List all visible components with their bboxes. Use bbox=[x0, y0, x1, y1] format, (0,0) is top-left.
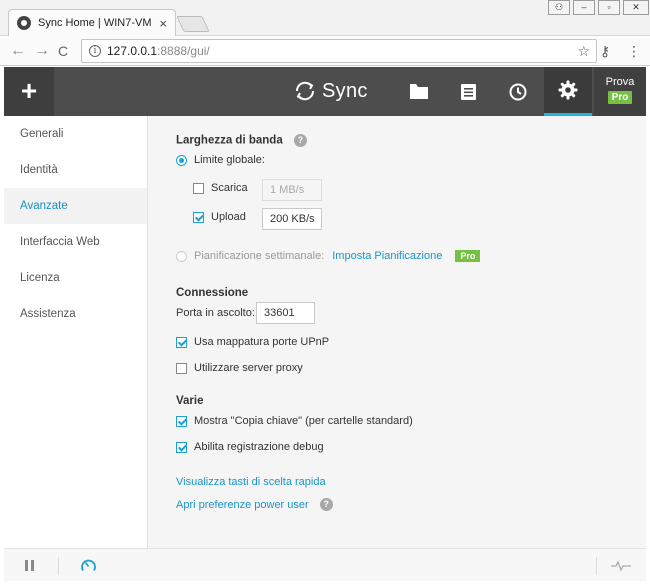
sync-favicon-icon bbox=[17, 16, 31, 30]
window-controls: ⚇ – ▫ ✕ bbox=[545, 0, 649, 15]
add-folder-button[interactable]: + bbox=[4, 67, 54, 116]
pause-icon[interactable] bbox=[25, 560, 37, 571]
folder-icon bbox=[410, 84, 428, 99]
listening-port-input[interactable]: 33601 bbox=[256, 302, 315, 324]
key-extension-icon[interactable]: ⚷ bbox=[600, 43, 610, 59]
upnp-checkbox[interactable] bbox=[176, 336, 187, 348]
restore-button[interactable]: ▫ bbox=[598, 0, 620, 15]
advanced-settings-panel: Larghezza di banda ? Limite globale: Sca… bbox=[148, 116, 646, 548]
bookmark-star-icon[interactable]: ☆ bbox=[577, 43, 590, 60]
pro-badge[interactable]: Pro bbox=[607, 91, 633, 104]
settings-sidebar: Generali Identità Avanzate Interfaccia W… bbox=[4, 116, 148, 548]
plan-indicator[interactable]: Prova Pro bbox=[594, 67, 646, 116]
debug-logging-option[interactable]: Abilita registrazione debug bbox=[176, 441, 324, 453]
download-limit-option[interactable]: Scarica bbox=[193, 182, 248, 194]
history-nav-button[interactable] bbox=[494, 67, 542, 116]
clock-icon bbox=[509, 83, 527, 100]
url-host: 127.0.0.1 bbox=[107, 44, 158, 58]
sidebar-item-interfaccia-web[interactable]: Interfaccia Web bbox=[4, 224, 147, 260]
download-limit-checkbox[interactable] bbox=[193, 182, 204, 194]
schedule-pro-badge: Pro bbox=[455, 250, 481, 262]
download-limit-label: Scarica bbox=[211, 182, 248, 194]
copy-key-option[interactable]: Mostra "Copia chiave" (per cartelle stan… bbox=[176, 415, 413, 427]
proxy-checkbox[interactable] bbox=[176, 362, 187, 374]
weekly-schedule-label: Pianificazione settimanale: bbox=[194, 250, 325, 262]
sidebar-item-avanzate[interactable]: Avanzate bbox=[4, 188, 147, 224]
sidebar-item-generali[interactable]: Generali bbox=[4, 116, 147, 152]
upload-limit-input[interactable]: 200 KB/s bbox=[262, 208, 322, 230]
browser-menu-icon[interactable]: ⋮ bbox=[627, 43, 641, 59]
listening-port-label: Porta in ascolto: bbox=[176, 307, 255, 319]
power-user-row: Apri preferenze power user ? bbox=[176, 498, 333, 511]
address-bar[interactable]: i 127.0.0.1:8888/gui/ ☆ bbox=[81, 39, 597, 63]
browser-titlebar: Sync Home | WIN7-VM × ⚇ – ▫ ✕ bbox=[0, 0, 650, 36]
close-window-button[interactable]: ✕ bbox=[623, 0, 649, 15]
download-limit-input[interactable]: 1 MB/s bbox=[262, 179, 322, 201]
proxy-option[interactable]: Utilizzare server proxy bbox=[176, 362, 303, 374]
reload-icon[interactable]: C bbox=[58, 43, 68, 59]
new-tab-button[interactable] bbox=[176, 16, 210, 32]
weekly-schedule-radio[interactable] bbox=[176, 250, 187, 262]
url-path: :8888/gui/ bbox=[157, 44, 210, 58]
browser-toolbar: ← → C i 127.0.0.1:8888/gui/ ☆ ⚷ ⋮ bbox=[0, 36, 650, 66]
bandwidth-title: Larghezza di banda bbox=[176, 134, 283, 147]
speed-gauge-icon[interactable] bbox=[80, 557, 97, 574]
set-schedule-link[interactable]: Imposta Pianificazione bbox=[332, 250, 442, 262]
forward-arrow-icon[interactable]: → bbox=[34, 43, 50, 59]
connection-title: Connessione bbox=[176, 287, 249, 299]
sync-logo: Sync bbox=[293, 79, 368, 103]
weekly-schedule-option: Pianificazione settimanale: Imposta Pian… bbox=[176, 250, 481, 262]
document-list-icon bbox=[460, 83, 476, 100]
copy-key-label: Mostra "Copia chiave" (per cartelle stan… bbox=[194, 415, 413, 427]
site-info-icon[interactable]: i bbox=[89, 45, 101, 57]
sidebar-item-licenza[interactable]: Licenza bbox=[4, 260, 147, 296]
upnp-option[interactable]: Usa mappatura porte UPnP bbox=[176, 336, 329, 348]
folders-nav-button[interactable] bbox=[395, 67, 443, 116]
plan-label: Prova bbox=[605, 76, 635, 88]
proxy-label: Utilizzare server proxy bbox=[194, 362, 303, 374]
debug-logging-checkbox[interactable] bbox=[176, 441, 187, 453]
global-limit-label: Limite globale: bbox=[194, 154, 265, 166]
browser-tab[interactable]: Sync Home | WIN7-VM × bbox=[8, 9, 176, 36]
global-limit-option[interactable]: Limite globale: bbox=[176, 154, 265, 166]
keyboard-shortcuts-link[interactable]: Visualizza tasti di scelta rapida bbox=[176, 476, 326, 488]
transfers-nav-button[interactable] bbox=[444, 67, 492, 116]
sidebar-item-assistenza[interactable]: Assistenza bbox=[4, 296, 147, 332]
app-name: Sync bbox=[322, 79, 368, 102]
activity-pulse-icon[interactable] bbox=[611, 560, 631, 571]
misc-title: Varie bbox=[176, 395, 204, 407]
settings-nav-button[interactable] bbox=[544, 67, 592, 116]
status-bar bbox=[4, 548, 646, 581]
minimize-button[interactable]: – bbox=[573, 0, 595, 15]
tab-title: Sync Home | WIN7-VM bbox=[38, 17, 152, 29]
power-user-preferences-link[interactable]: Apri preferenze power user bbox=[176, 499, 309, 511]
power-user-help-icon[interactable]: ? bbox=[319, 498, 333, 511]
upnp-label: Usa mappatura porte UPnP bbox=[194, 336, 330, 348]
tab-close-icon[interactable]: × bbox=[159, 16, 167, 31]
global-limit-radio[interactable] bbox=[176, 154, 187, 166]
upload-limit-checkbox[interactable] bbox=[193, 211, 204, 223]
gear-icon bbox=[558, 80, 578, 100]
app-header: + Sync Prova Pro bbox=[4, 67, 646, 116]
sidebar-item-identita[interactable]: Identità bbox=[4, 152, 147, 188]
footer-divider bbox=[58, 557, 59, 575]
debug-logging-label: Abilita registrazione debug bbox=[194, 441, 324, 453]
bandwidth-help-icon[interactable]: ? bbox=[293, 134, 307, 147]
footer-divider-right bbox=[596, 557, 597, 575]
sync-logo-icon bbox=[295, 81, 315, 101]
upload-limit-label: Upload bbox=[211, 211, 246, 223]
upload-limit-option[interactable]: Upload bbox=[193, 211, 246, 223]
copy-key-checkbox[interactable] bbox=[176, 415, 187, 427]
user-profile-icon[interactable]: ⚇ bbox=[548, 0, 570, 15]
back-arrow-icon[interactable]: ← bbox=[10, 43, 26, 59]
bandwidth-section: Larghezza di banda ? bbox=[176, 134, 307, 147]
